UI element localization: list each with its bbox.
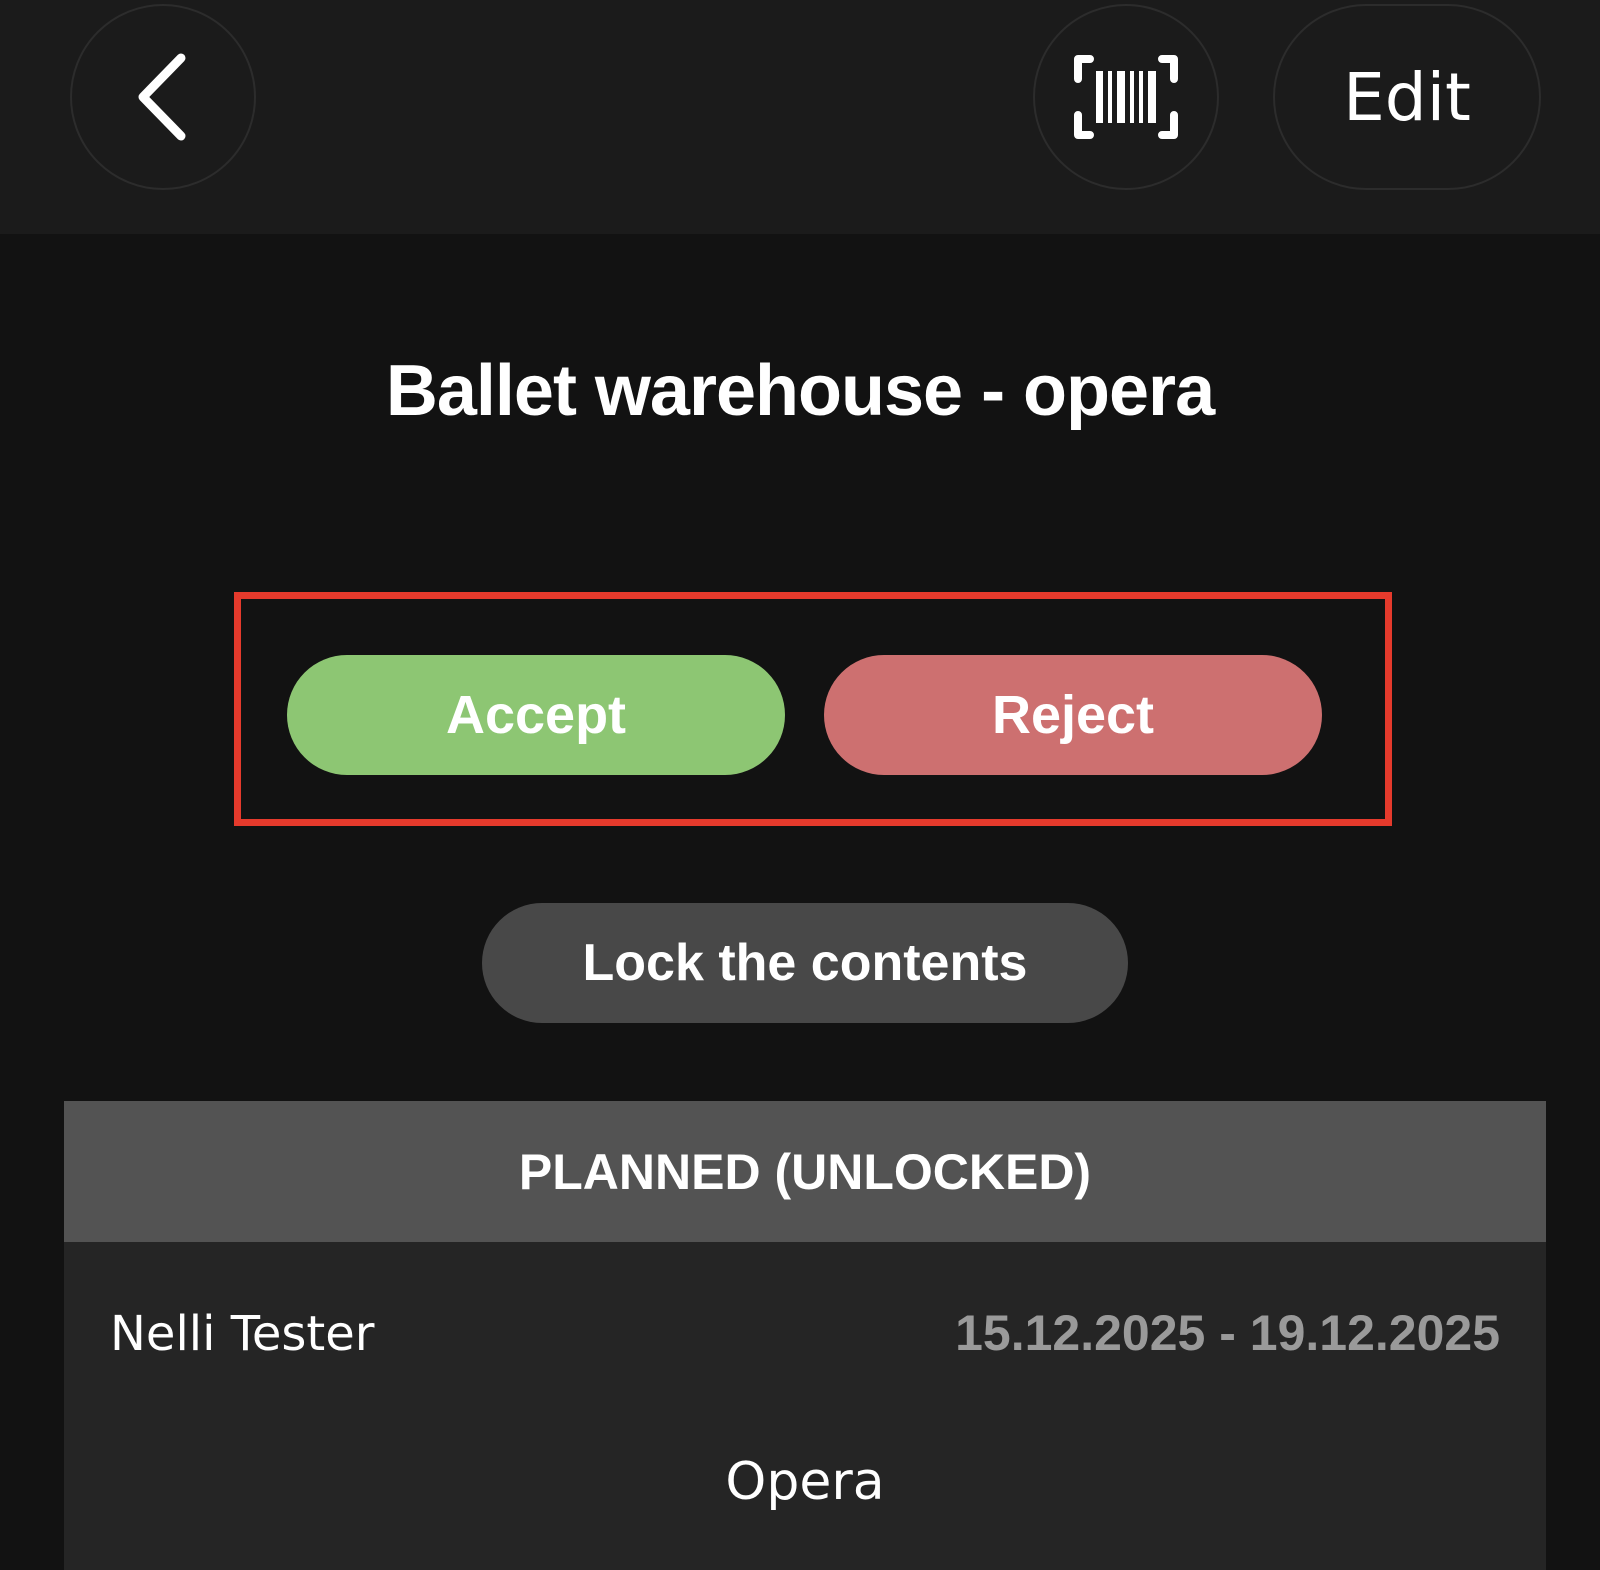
barcode-scan-button[interactable]	[1033, 4, 1219, 190]
accept-button[interactable]: Accept	[287, 655, 785, 775]
person-name: Nelli Tester	[110, 1306, 375, 1362]
status-header: PLANNED (UNLOCKED)	[64, 1101, 1546, 1242]
reject-button[interactable]: Reject	[824, 655, 1322, 775]
booking-card[interactable]: Nelli Tester 15.12.2025 - 19.12.2025 Ope…	[64, 1242, 1546, 1570]
page-title: Ballet warehouse - opera	[385, 351, 1215, 431]
edit-button[interactable]: Edit	[1273, 4, 1541, 190]
location-label: Opera	[725, 1452, 885, 1512]
lock-contents-button[interactable]: Lock the contents	[482, 903, 1128, 1023]
top-app-bar: Edit	[0, 0, 1600, 234]
barcode-scan-icon	[1074, 55, 1178, 139]
back-button[interactable]	[70, 4, 256, 190]
chevron-left-icon	[138, 53, 186, 141]
date-range: 15.12.2025 - 19.12.2025	[955, 1305, 1500, 1361]
